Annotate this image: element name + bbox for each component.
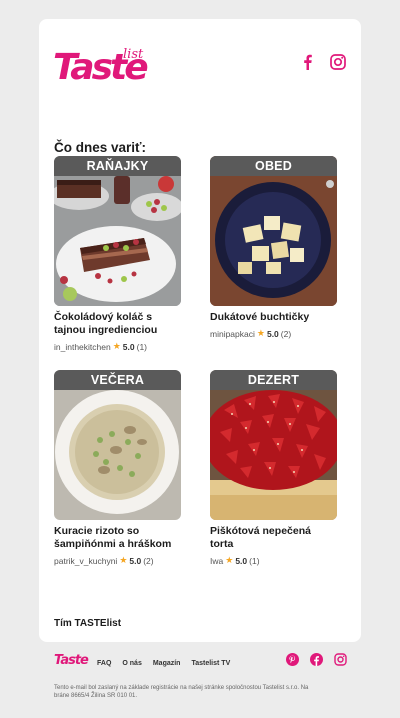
footer-link-about[interactable]: O nás: [122, 660, 141, 667]
recipe-review-count: (2): [280, 328, 292, 339]
recipe-rating: 5.0: [266, 328, 279, 339]
instagram-icon[interactable]: [329, 53, 347, 71]
recipe-card[interactable]: RAŇAJKY Čokoládový koláč s tajnou ingred…: [54, 156, 181, 352]
star-icon: ★: [256, 328, 265, 338]
footer-logo[interactable]: Taste: [54, 653, 89, 668]
recipe-rating: 5.0: [235, 555, 248, 566]
tastelist-logo[interactable]: Taste list: [53, 47, 149, 87]
recipe-review-count: (1): [249, 555, 260, 566]
category-label: DEZERT: [210, 370, 337, 390]
recipe-review-count: (1): [136, 341, 148, 352]
recipe-image[interactable]: VEČERA: [54, 370, 181, 520]
recipe-rating: 5.0: [122, 341, 135, 352]
star-icon: ★: [119, 555, 128, 565]
footer-link-tv[interactable]: Tastelist TV: [191, 660, 230, 667]
recipe-rating: 5.0: [129, 555, 142, 566]
recipe-image[interactable]: RAŇAJKY: [54, 156, 181, 306]
recipe-author[interactable]: patrik_v_kuchyni: [54, 556, 117, 566]
recipe-author[interactable]: Iwa: [210, 556, 223, 566]
section-heading: Čo dnes variť:: [54, 140, 146, 155]
recipe-title[interactable]: Kuracie rizoto so šampiňónmi a hráškom: [54, 525, 181, 551]
recipe-title[interactable]: Čokoládový koláč s tajnou ingredienciou: [54, 311, 181, 337]
recipe-meta: Iwa ★ 5.0 (1): [210, 555, 337, 566]
recipe-card[interactable]: DEZERT Piškótová nepečená torta Iwa ★ 5.…: [210, 370, 337, 566]
footer-nav: FAQ O nás Magazín Tastelist TV: [97, 660, 230, 667]
recipe-image[interactable]: OBED: [210, 156, 337, 306]
recipe-meta: patrik_v_kuchyni ★ 5.0 (2): [54, 555, 181, 566]
social-links-top: [299, 53, 347, 71]
recipe-meta: in_inthekitchen ★ 5.0 (1): [54, 341, 181, 352]
category-label: OBED: [210, 156, 337, 176]
recipe-image[interactable]: DEZERT: [210, 370, 337, 520]
instagram-icon[interactable]: [334, 653, 347, 666]
signature: Tím TASTElist: [54, 618, 122, 629]
recipe-review-count: (2): [143, 555, 154, 566]
recipe-author[interactable]: in_inthekitchen: [54, 342, 111, 352]
recipe-card[interactable]: OBED Dukátové buchtičky minipapkaci ★ 5.…: [210, 156, 337, 339]
recipe-title[interactable]: Piškótová nepečená torta: [210, 525, 337, 551]
recipe-card[interactable]: VEČERA Kuracie rizoto so šampiňónmi a hr…: [54, 370, 181, 566]
facebook-icon[interactable]: [299, 53, 317, 71]
footer-link-faq[interactable]: FAQ: [97, 660, 111, 667]
category-label: RAŇAJKY: [54, 156, 181, 176]
social-links-footer: [286, 653, 347, 666]
logo-subtext: list: [123, 47, 144, 62]
legal-notice: Tento e-mail bol zaslaný na základe regi…: [54, 685, 309, 699]
pinterest-icon[interactable]: [286, 653, 299, 666]
footer-link-magazine[interactable]: Magazín: [153, 660, 181, 667]
recipe-meta: minipapkaci ★ 5.0 (2): [210, 328, 337, 339]
recipe-title[interactable]: Dukátové buchtičky: [210, 311, 337, 324]
star-icon: ★: [112, 341, 121, 351]
recipe-author[interactable]: minipapkaci: [210, 329, 255, 339]
email-card: Taste list Čo dnes variť: RAŇAJKY Čokolá…: [39, 19, 361, 642]
star-icon: ★: [225, 555, 234, 565]
facebook-icon[interactable]: [310, 653, 323, 666]
category-label: VEČERA: [54, 370, 181, 390]
